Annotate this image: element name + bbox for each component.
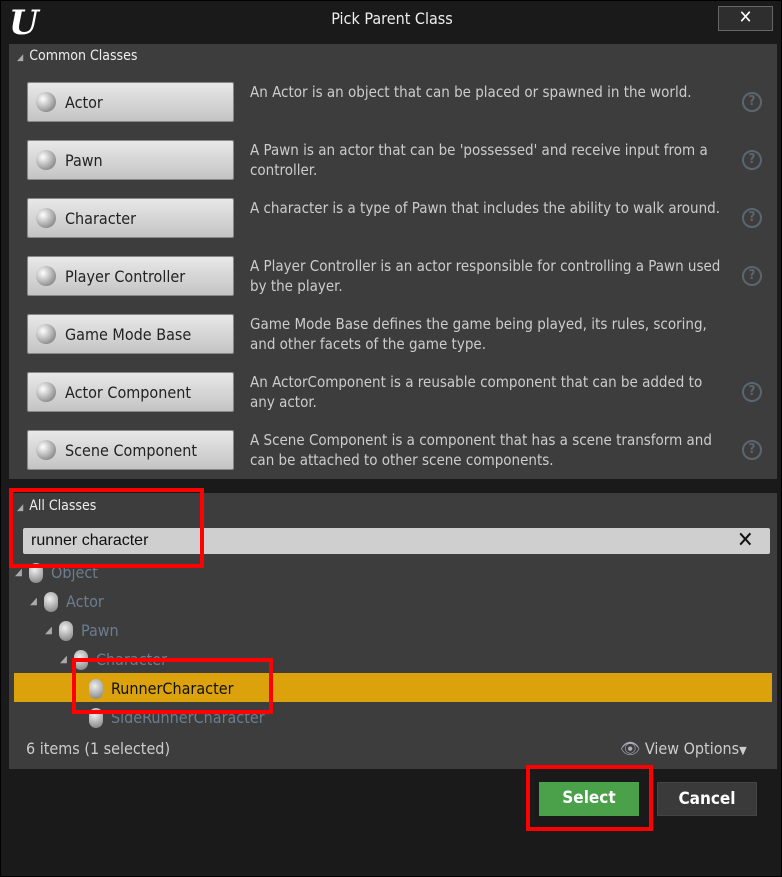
close-icon: ✕ xyxy=(738,7,753,28)
class-icon xyxy=(59,620,73,641)
tree-item[interactable]: ◢ Pawn xyxy=(45,616,119,645)
help-icon[interactable]: ? xyxy=(742,92,762,112)
class-icon xyxy=(36,92,56,112)
common-class-button[interactable]: Actor Component xyxy=(27,372,234,412)
help-icon[interactable]: ? xyxy=(742,440,762,460)
clear-search-icon[interactable]: ✕ xyxy=(737,528,754,554)
common-class-button[interactable]: Actor xyxy=(27,82,234,122)
dropdown-arrow-icon: ▼ xyxy=(739,744,747,757)
class-description: A Scene Component is a component that ha… xyxy=(250,431,712,469)
tree-item-label: Pawn xyxy=(81,621,119,640)
view-options-label: View Options xyxy=(644,739,740,758)
class-icon xyxy=(36,382,56,402)
annotation-box xyxy=(526,765,653,831)
class-description: An Actor is an object that can be placed… xyxy=(250,83,692,101)
class-description: A Pawn is an actor that can be 'possesse… xyxy=(250,141,708,179)
common-classes-panel: ◢ Common Classes Actor An Actor is an obj… xyxy=(9,44,777,479)
class-icon xyxy=(36,266,56,286)
class-icon xyxy=(36,324,56,344)
class-description: An ActorComponent is a reusable componen… xyxy=(250,373,703,411)
help-icon[interactable]: ? xyxy=(742,266,762,286)
class-label: Scene Component xyxy=(65,440,198,460)
tree-item-label: Actor xyxy=(66,592,104,611)
annotation-box xyxy=(9,488,204,568)
expand-triangle-icon[interactable]: ◢ xyxy=(45,625,59,636)
help-icon[interactable]: ? xyxy=(742,208,762,228)
cancel-button[interactable]: Cancel xyxy=(657,782,757,816)
view-options-button[interactable]: 👁 View Options▼ xyxy=(620,739,747,758)
common-class-button[interactable]: Scene Component xyxy=(27,430,234,470)
class-icon xyxy=(44,591,58,612)
window-title: Pick Parent Class xyxy=(331,9,453,28)
class-description: Game Mode Base defines the game being pl… xyxy=(250,315,707,353)
class-label: Player Controller xyxy=(65,266,186,286)
class-description: A character is a type of Pawn that inclu… xyxy=(250,199,721,217)
item-count-status: 6 items (1 selected) xyxy=(26,739,171,758)
annotation-box xyxy=(72,658,273,714)
help-icon[interactable]: ? xyxy=(742,150,762,170)
class-icon xyxy=(36,208,56,228)
class-icon xyxy=(36,440,56,460)
common-class-button[interactable]: Character xyxy=(27,198,234,238)
common-class-button[interactable]: Pawn xyxy=(27,140,234,180)
common-class-button[interactable]: Game Mode Base xyxy=(27,314,234,354)
eye-icon: 👁 xyxy=(620,739,641,758)
common-classes-header[interactable]: ◢ Common Classes xyxy=(17,48,137,64)
class-icon xyxy=(36,150,56,170)
class-label: Game Mode Base xyxy=(65,324,192,344)
expand-triangle-icon[interactable]: ◢ xyxy=(30,596,44,607)
expand-triangle-icon[interactable]: ◢ xyxy=(15,567,29,578)
close-button[interactable]: ✕ xyxy=(718,6,773,31)
class-label: Pawn xyxy=(65,150,103,170)
class-label: Actor Component xyxy=(65,382,191,402)
tree-item[interactable]: ◢ Actor xyxy=(30,587,104,616)
class-description: A Player Controller is an actor responsi… xyxy=(250,257,721,295)
common-class-button[interactable]: Player Controller xyxy=(27,256,234,296)
collapse-triangle-icon: ◢ xyxy=(17,53,24,63)
class-label: Character xyxy=(65,208,137,228)
header-label: Common Classes xyxy=(29,48,138,64)
class-label: Actor xyxy=(65,92,103,112)
help-icon[interactable]: ? xyxy=(742,382,762,402)
